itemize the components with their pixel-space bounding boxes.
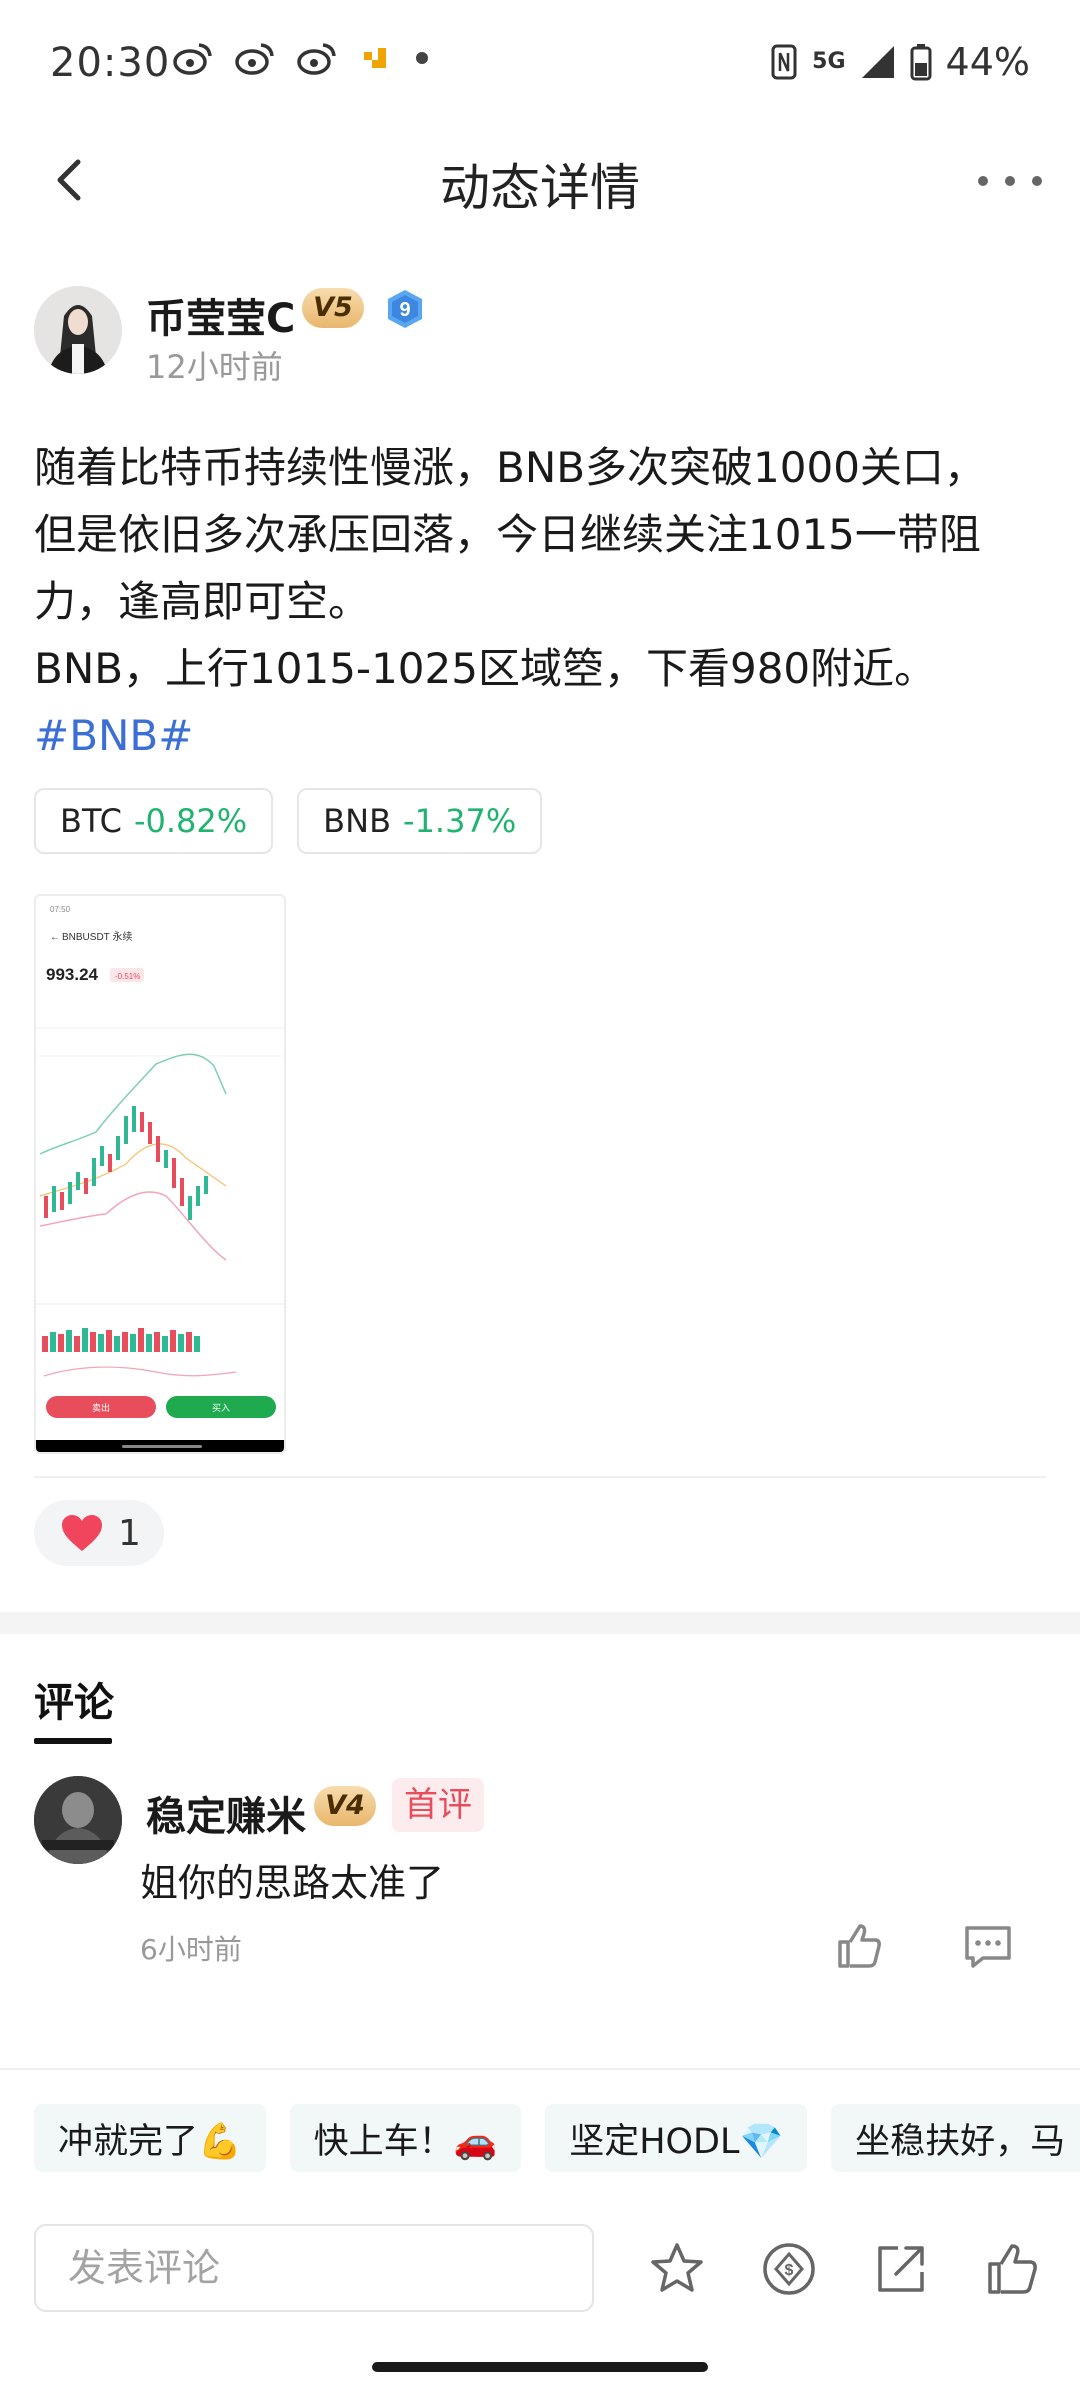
star-icon[interactable] [648, 2240, 706, 2298]
share-icon[interactable] [872, 2240, 930, 2298]
status-time: 20:30 [50, 40, 171, 86]
thumb-sell: 卖出 [92, 1402, 110, 1413]
post-content: 随着比特币持续性慢涨，BNB多次突破1000关口， 但是依旧多次承压回落，今日继… [34, 434, 1044, 769]
svg-text:$: $ [785, 2262, 794, 2279]
commenter-name[interactable]: 稳定赚米 [146, 1784, 306, 1842]
post-line: 随着比特币持续性慢涨，BNB多次突破1000关口， [34, 443, 986, 492]
coin-symbol: BNB [323, 802, 392, 840]
battery-level: 44% [945, 40, 1030, 84]
commenter-level-badge: V4 [314, 1786, 376, 1826]
first-comment-badge: 首评 [392, 1778, 484, 1832]
section-divider [34, 1476, 1046, 1478]
author-name[interactable]: 币莹莹C [146, 286, 295, 344]
rank-badge-icon: 9 [388, 290, 422, 328]
like-post-icon[interactable] [984, 2240, 1042, 2298]
status-bar: 20:30 5G 44% [0, 0, 1080, 126]
thumb-pair: BNBUSDT 永续 [62, 930, 132, 943]
thumbs-up-icon[interactable] [834, 1920, 886, 1972]
author-level-badge: V5 [302, 288, 364, 328]
post-line: 但是依旧多次承压回落，今日继续关注1015一带阻 [34, 510, 981, 559]
more-options-icon[interactable] [978, 156, 1042, 206]
post-line: 力，逢高即可空。 [34, 577, 371, 626]
heart-icon [62, 1515, 102, 1551]
coin-chip-bnb[interactable]: BNB -1.37% [297, 788, 543, 854]
post-line: BNB，上行1015-1025区域箜，下看980附近。 [34, 644, 937, 693]
more-notifications-dot-icon [416, 52, 428, 64]
thumb-price: 993.24 [46, 965, 99, 984]
coin-symbol: BTC [60, 802, 122, 840]
binance-app-icon [364, 48, 386, 68]
tab-underline [34, 1738, 112, 1744]
like-button[interactable]: 1 [34, 1500, 164, 1566]
trading-chart-screenshot: 07:50 ← BNBUSDT 永续 993.24 -0.51% 卖出 买入 [36, 896, 284, 1452]
quick-reply-chip[interactable]: 坐稳扶好，马 [831, 2104, 1080, 2172]
signal-icon [861, 46, 894, 78]
rank-badge-number: 9 [399, 299, 410, 321]
comment-timestamp: 6小时前 [140, 1933, 242, 1966]
coin-chip-btc[interactable]: BTC -0.82% [34, 788, 274, 854]
post-timestamp: 12小时前 [146, 348, 283, 386]
quick-reply-chip[interactable]: 快上车！🚗 [289, 2104, 522, 2172]
svg-text:←: ← [50, 932, 60, 943]
coin-change: -0.82% [133, 802, 248, 840]
coin-change: -1.37% [403, 802, 517, 840]
post-image[interactable]: 07:50 ← BNBUSDT 永续 993.24 -0.51% 卖出 买入 [34, 894, 286, 1454]
author-avatar[interactable] [34, 286, 122, 374]
thumb-change: -0.51% [115, 972, 140, 981]
weibo-icon [173, 43, 212, 75]
quick-reply-chip[interactable]: 坚定HODL💎 [545, 2104, 808, 2172]
network-type: 5G [812, 49, 846, 74]
battery-icon [910, 44, 932, 81]
coin-chips: BTC -0.82% BNB -1.37% [34, 788, 543, 854]
page-title: 动态详情 [440, 159, 640, 217]
input-area-separator [0, 2068, 1080, 2070]
like-count: 1 [118, 1512, 141, 1554]
hashtag-link[interactable]: #BNB# [34, 702, 1044, 769]
author-avatar-image [34, 286, 122, 374]
commenter-avatar[interactable] [34, 1776, 122, 1864]
section-separator [0, 1612, 1080, 1634]
status-right: 5G 44% [770, 40, 1030, 84]
commenter-avatar-image [34, 1776, 122, 1864]
post-author[interactable]: 币莹莹C V5 9 12小时前 [34, 286, 1034, 386]
svg-text:07:50: 07:50 [50, 905, 71, 914]
nfc-icon [771, 44, 797, 80]
weibo-icon [235, 43, 274, 75]
comment-text: 姐你的思路太准了 [140, 1861, 445, 1905]
quick-replies: 冲就完了💪 快上车！🚗 坚定HODL💎 坐稳扶好，马 [34, 2104, 1080, 2172]
reply-icon[interactable] [962, 1922, 1014, 1970]
notification-icons [172, 40, 430, 76]
weibo-icon [297, 43, 336, 75]
thumb-buy: 买入 [212, 1403, 230, 1413]
tab-comments[interactable]: 评论 [34, 1670, 114, 1728]
tip-coin-icon[interactable]: $ [760, 2240, 818, 2298]
home-indicator [372, 2362, 708, 2372]
comment-input[interactable] [34, 2224, 594, 2312]
quick-reply-chip[interactable]: 冲就完了💪 [34, 2104, 266, 2172]
top-navigation: 动态详情 [0, 126, 1080, 236]
